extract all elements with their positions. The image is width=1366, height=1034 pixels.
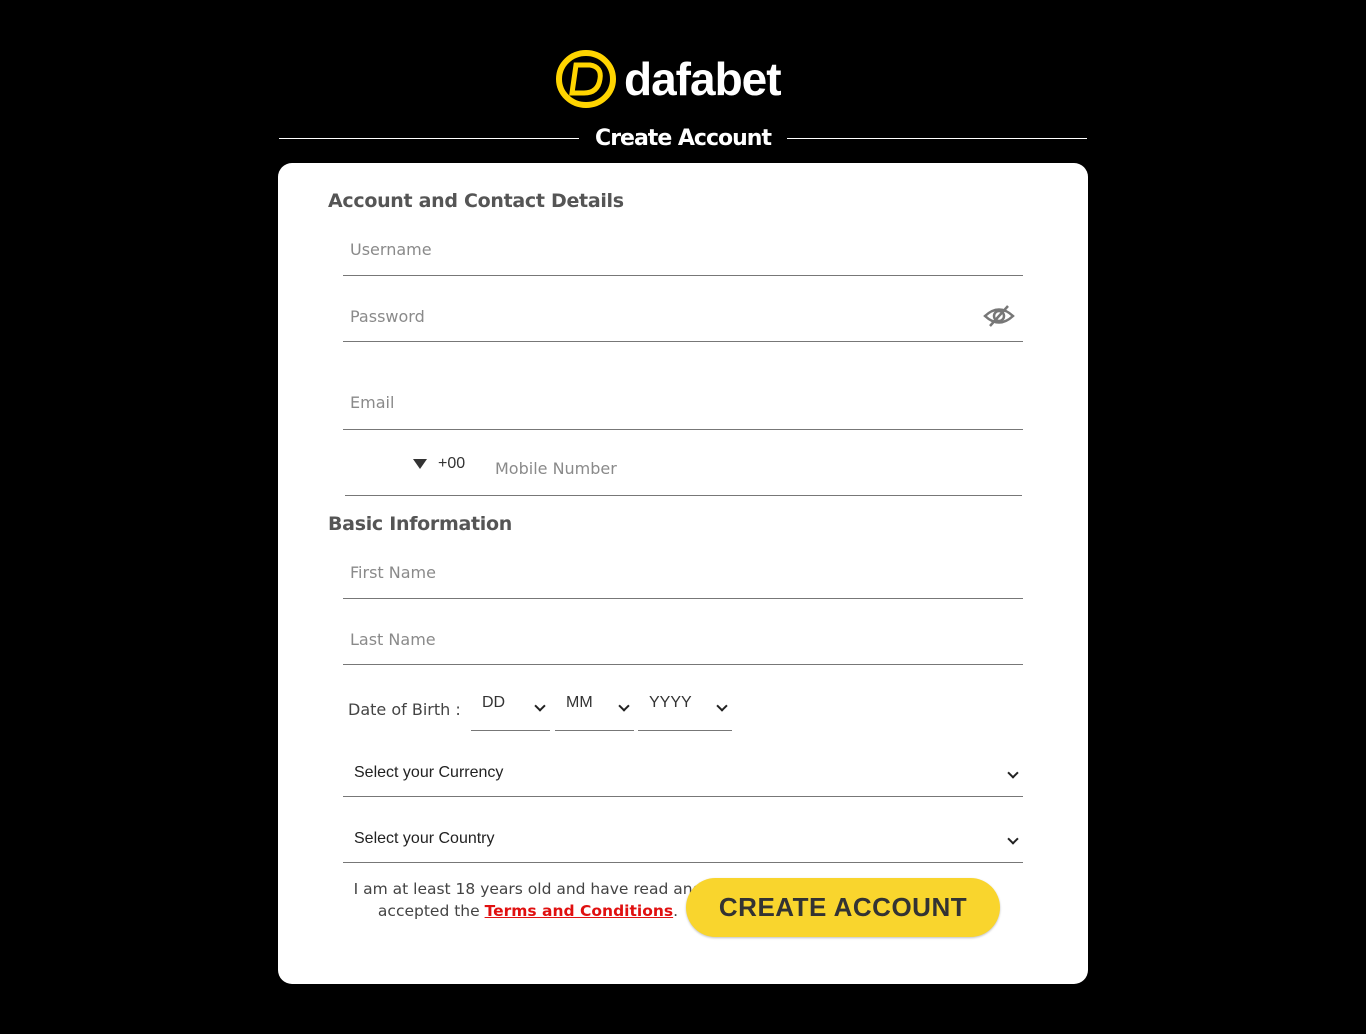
username-field[interactable]: Username — [343, 227, 1023, 276]
dob-day-value: DD — [482, 694, 506, 711]
dob-label: Date of Birth : — [348, 700, 461, 719]
chevron-down-icon — [716, 700, 728, 712]
terms-link[interactable]: Terms and Conditions — [485, 902, 674, 920]
dob-month-select[interactable]: MM — [555, 688, 634, 731]
last-name-placeholder: Last Name — [350, 630, 436, 649]
password-placeholder: Password — [350, 307, 425, 326]
email-field[interactable]: Email — [343, 363, 1023, 430]
caret-down-icon[interactable] — [413, 459, 427, 469]
phone-country-code[interactable]: +00 — [438, 455, 465, 473]
mobile-placeholder: Mobile Number — [495, 459, 617, 478]
account-section-title: Account and Contact Details — [328, 190, 624, 212]
chevron-down-icon — [618, 700, 630, 712]
eye-slash-icon[interactable] — [983, 303, 1015, 329]
brand-name: dafabet — [624, 53, 782, 105]
first-name-placeholder: First Name — [350, 563, 436, 582]
currency-select-value: Select your Currency — [354, 764, 504, 781]
last-name-field[interactable]: Last Name — [343, 606, 1023, 665]
dafabet-logo-mark — [556, 50, 616, 108]
dob-day-select[interactable]: DD — [471, 688, 550, 731]
title-divider-right — [786, 137, 1088, 139]
title-divider-left — [279, 137, 580, 139]
first-name-field[interactable]: First Name — [343, 550, 1023, 599]
page-title-row: Create Account — [279, 120, 1088, 156]
terms-notice: I am at least 18 years old and have read… — [338, 878, 718, 922]
chevron-down-icon — [1007, 767, 1019, 779]
basic-section-title: Basic Information — [328, 513, 512, 535]
currency-select[interactable]: Select your Currency — [343, 752, 1023, 797]
dob-year-value: YYYY — [649, 694, 692, 711]
create-account-button[interactable]: CREATE ACCOUNT — [686, 878, 1000, 937]
username-placeholder: Username — [350, 240, 432, 259]
dob-year-select[interactable]: YYYY — [638, 688, 732, 731]
country-select[interactable]: Select your Country — [343, 818, 1023, 863]
mobile-number-field[interactable]: +00 Mobile Number — [345, 453, 1022, 496]
chevron-down-icon — [1007, 833, 1019, 845]
terms-period: . — [673, 902, 679, 920]
registration-form: Account and Contact Details Username Pas… — [278, 163, 1088, 984]
country-select-value: Select your Country — [354, 830, 495, 847]
dafabet-logo: dafabet — [556, 48, 816, 110]
password-field[interactable]: Password — [343, 283, 1023, 342]
dob-month-value: MM — [566, 694, 593, 711]
page-title: Create Account — [595, 125, 772, 151]
chevron-down-icon — [534, 700, 546, 712]
email-placeholder: Email — [350, 393, 395, 412]
